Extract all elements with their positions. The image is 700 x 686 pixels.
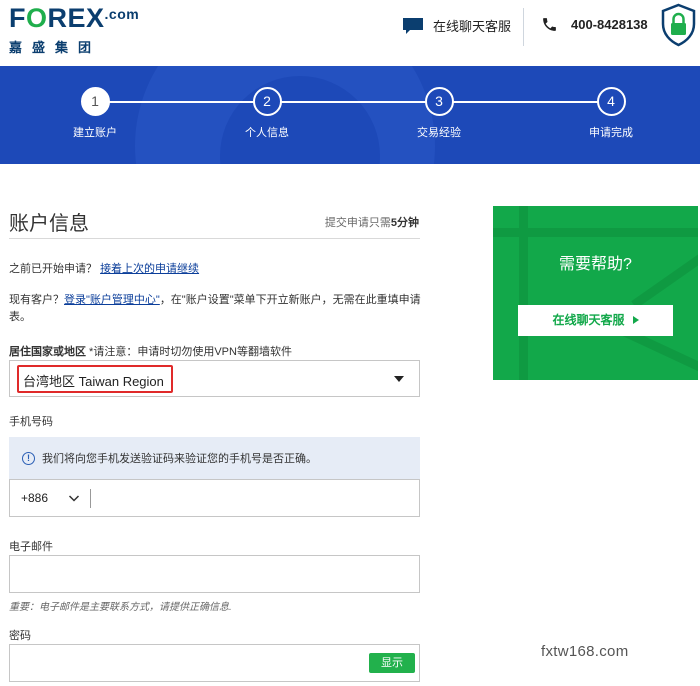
watermark: fxtw168.com (541, 643, 629, 660)
password-field[interactable]: 显示 (9, 644, 420, 682)
step-number: 2 (252, 87, 282, 116)
resume-application-text: 之前已开始申请？ 接着上次的申请继续 (9, 263, 200, 275)
forex-logo[interactable]: FOREX.com 嘉盛集团 (9, 5, 139, 56)
phone-label: 手机号码 (9, 416, 53, 428)
logo-wordmark: FOREX.com (9, 3, 140, 33)
help-title: 需要帮助? (559, 256, 632, 273)
help-panel: 需要帮助? 在线聊天客服 (493, 206, 698, 380)
step-number: 3 (424, 87, 454, 116)
security-shield-icon (661, 3, 696, 47)
resume-application-link[interactable]: 接着上次的申请继续 (100, 263, 199, 275)
site-header: FOREX.com 嘉盛集团 在线聊天客服 400-8428138 (0, 0, 700, 66)
info-icon: ! (22, 451, 35, 465)
phone-input[interactable]: +886 (9, 479, 420, 517)
country-select[interactable]: 台湾地区 Taiwan Region (9, 360, 420, 397)
phone-info-box: ! 我们将向您手机发送验证码来验证您的手机号是否正确。 (9, 437, 420, 479)
phone-icon (543, 18, 556, 31)
phone-info-text: 我们将向您手机发送验证码来验证您的手机号是否正确。 (42, 453, 317, 465)
header-divider (523, 8, 524, 46)
step-label: 个人信息 (245, 127, 289, 139)
show-password-button[interactable]: 显示 (369, 653, 415, 673)
chat-bubble-icon (403, 17, 423, 34)
step-3: 3 交易经验 (384, 87, 494, 140)
step-label: 交易经验 (417, 127, 461, 139)
phone-number: 400-8428138 (571, 17, 648, 32)
country-selected-value: 台湾地区 Taiwan Region (23, 374, 164, 389)
email-label: 电子邮件 (9, 541, 53, 553)
step-number: 1 (80, 87, 110, 116)
title-divider (9, 238, 420, 239)
live-chat-button[interactable]: 在线聊天客服 (518, 305, 673, 336)
dropdown-caret-icon (394, 376, 404, 382)
email-hint: 重要：电子邮件是主要联系方式，请提供正确信息. (9, 602, 232, 613)
step-2: 2 个人信息 (212, 87, 322, 140)
step-label: 建立账户 (73, 127, 117, 139)
login-account-center-link[interactable]: 登录"账户管理中心" (64, 294, 160, 306)
form-time-note: 提交申请只需5分钟 (324, 217, 419, 229)
help-decoration (519, 206, 528, 380)
existing-customer-text: 现有客户？登录"账户管理中心"，在"账户设置"菜单下开立新账户，无需在此重填申请… (9, 294, 421, 323)
step-4: 4 申请完成 (556, 87, 666, 140)
steps-connector-line (95, 101, 612, 103)
progress-banner: 1 建立账户 2 个人信息 3 交易经验 4 申请完成 (0, 66, 700, 164)
chevron-down-icon[interactable] (68, 490, 80, 506)
chat-link-label: 在线聊天客服 (433, 19, 512, 34)
email-field[interactable] (9, 555, 420, 593)
country-label: 居住国家或地区 *请注意：申请时切勿使用VPN等翻墙软件 (9, 346, 292, 358)
text-cursor (90, 489, 91, 508)
live-chat-label: 在线聊天客服 (552, 313, 625, 327)
step-1: 1 建立账户 (40, 87, 150, 140)
step-number: 4 (596, 87, 626, 116)
logo-chinese-name: 嘉盛集团 (9, 40, 102, 55)
play-arrow-icon (632, 315, 639, 324)
form-title: 账户信息 (9, 213, 89, 235)
step-label: 申请完成 (589, 127, 633, 139)
header-phone[interactable]: 400-8428138 (541, 16, 648, 33)
password-label: 密码 (9, 630, 31, 642)
country-code-select[interactable]: +886 (21, 491, 48, 505)
header-chat-link[interactable]: 在线聊天客服 (402, 16, 511, 35)
